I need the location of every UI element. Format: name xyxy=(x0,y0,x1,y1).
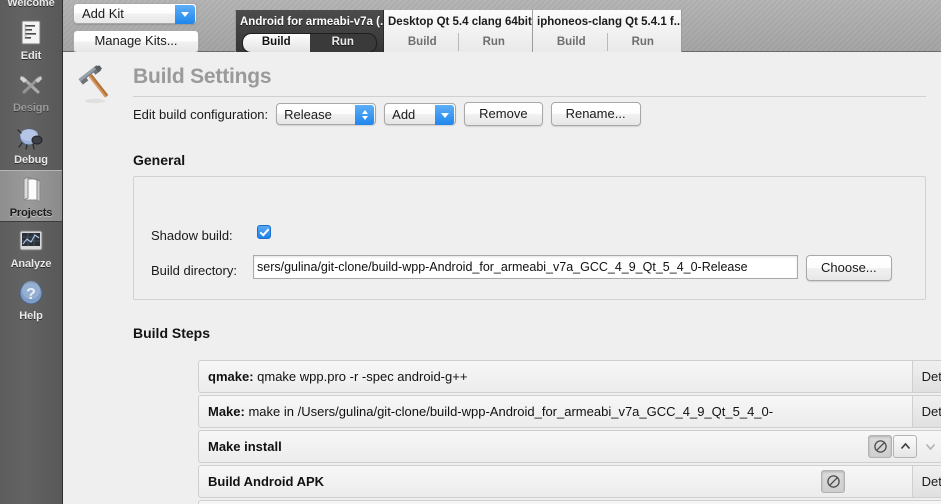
stepper-icon[interactable] xyxy=(355,105,375,125)
sidebar-item-label: Edit xyxy=(20,50,42,62)
manage-kits-label: Manage Kits... xyxy=(94,33,178,48)
choose-directory-label: Choose... xyxy=(821,260,877,275)
sidebar-item-help[interactable]: ? Help xyxy=(0,274,62,326)
move-step-up-icon[interactable] xyxy=(893,435,917,458)
rename-configuration-button[interactable]: Rename... xyxy=(550,102,641,126)
build-configuration-select[interactable]: Release xyxy=(276,103,377,125)
help-question-icon: ? xyxy=(15,277,47,309)
build-step-text: Make: make in /Users/gulina/git-clone/bu… xyxy=(208,396,773,427)
build-settings-panel: Build Settings Edit build configuration:… xyxy=(63,52,941,504)
add-kit-button[interactable]: Add Kit xyxy=(73,3,197,24)
svg-text:?: ? xyxy=(26,286,36,303)
kit-subtab-run[interactable]: Run xyxy=(310,34,377,52)
projects-folder-icon xyxy=(15,174,47,206)
sidebar-item-projects[interactable]: Projects xyxy=(0,170,62,222)
build-step-detail: qmake wpp.pro -r -spec android-g++ xyxy=(253,369,468,384)
rename-configuration-label: Rename... xyxy=(565,106,626,121)
remove-configuration-button[interactable]: Remove xyxy=(464,102,543,126)
sidebar-item-design[interactable]: Design xyxy=(0,66,62,118)
kit-tab-name: Desktop Qt 5.4 clang 64bit xyxy=(388,16,532,28)
chevron-down-icon[interactable] xyxy=(175,5,195,24)
add-kit-label: Add Kit xyxy=(82,6,124,21)
build-step-row[interactable]: qmake: qmake wpp.pro -r -spec android-g+… xyxy=(198,360,941,393)
sidebar-item-welcome[interactable]: Welcome xyxy=(0,0,62,14)
details-label: Details xyxy=(921,404,941,419)
kit-subtab-group: Build Run xyxy=(536,33,678,51)
kit-subtab-run[interactable]: Run xyxy=(457,33,530,51)
build-steps-heading: Build Steps xyxy=(133,325,211,341)
build-step-prefix: Make: xyxy=(208,404,245,419)
kit-tab-name: Android for armeabi-v7a (... xyxy=(240,16,383,28)
details-label: Details xyxy=(921,369,941,384)
disable-step-icon[interactable] xyxy=(868,435,892,458)
hammer-icon xyxy=(73,59,119,105)
kit-tab-list: Android for armeabi-v7a (... Build Run D… xyxy=(235,10,682,52)
kit-toolbar: Add Kit Manage Kits... Android for armea… xyxy=(63,0,941,53)
sidebar-item-label: Projects xyxy=(9,207,53,219)
build-step-row[interactable]: Make: make in /Users/gulina/git-clone/bu… xyxy=(198,395,941,428)
page-title: Build Settings xyxy=(133,65,272,88)
mode-sidebar: Welcome Edit Design Debug Projects Analy… xyxy=(0,0,63,504)
add-configuration-label: Add xyxy=(392,107,416,122)
build-step-text: Make install xyxy=(208,431,282,462)
sidebar-item-label: Debug xyxy=(14,154,48,166)
build-directory-label: Build directory: xyxy=(151,263,237,278)
disable-step-icon[interactable] xyxy=(821,470,845,493)
build-step-prefix: qmake: xyxy=(208,369,254,384)
title-divider xyxy=(133,96,926,97)
choose-directory-button[interactable]: Choose... xyxy=(806,255,892,281)
shadow-build-checkbox[interactable] xyxy=(257,225,271,239)
shadow-build-label: Shadow build: xyxy=(151,228,233,243)
kit-subtab-build[interactable]: Build xyxy=(387,33,458,51)
kit-tab-android[interactable]: Android for armeabi-v7a (... Build Run xyxy=(235,10,384,52)
kit-tab-name: iphoneos-clang Qt 5.4.1 f... xyxy=(537,16,681,28)
kit-subtab-group: Build Run xyxy=(242,33,377,52)
design-brush-icon xyxy=(15,69,47,101)
build-configuration-row: Edit build configuration: Release Add Re… xyxy=(133,102,641,126)
build-step-text: qmake: qmake wpp.pro -r -spec android-g+… xyxy=(208,361,467,392)
sidebar-item-label: Welcome xyxy=(7,0,55,9)
qt-creator-window: Welcome Edit Design Debug Projects Analy… xyxy=(0,0,941,504)
sidebar-item-debug[interactable]: Debug xyxy=(0,118,62,170)
kit-subtab-build[interactable]: Build xyxy=(536,33,607,51)
general-section-heading: General xyxy=(133,152,186,168)
details-button[interactable]: Details xyxy=(912,466,941,497)
build-configuration-value: Release xyxy=(284,107,332,122)
build-step-detail: make in /Users/gulina/git-clone/build-wp… xyxy=(244,404,774,419)
add-configuration-button[interactable]: Add xyxy=(384,103,457,125)
sidebar-item-edit[interactable]: Edit xyxy=(0,14,62,66)
general-group-box xyxy=(133,176,926,300)
chevron-down-icon[interactable] xyxy=(435,105,455,125)
details-button[interactable]: Details xyxy=(912,396,941,427)
kit-tab-desktop[interactable]: Desktop Qt 5.4 clang 64bit Build Run xyxy=(384,10,533,52)
kit-tab-iphoneos[interactable]: iphoneos-clang Qt 5.4.1 f... Build Run xyxy=(533,10,682,52)
analyze-monitor-icon xyxy=(15,225,47,257)
sidebar-item-label: Help xyxy=(19,310,43,322)
sidebar-item-analyze[interactable]: Analyze xyxy=(0,222,62,274)
build-directory-input[interactable]: sers/gulina/git-clone/build-wpp-Android_… xyxy=(253,255,798,279)
build-step-prefix: Make install xyxy=(208,439,282,454)
debug-bug-icon xyxy=(15,121,47,153)
sidebar-item-label: Design xyxy=(12,102,50,114)
manage-kits-button[interactable]: Manage Kits... xyxy=(73,30,199,53)
build-step-row-partial[interactable] xyxy=(198,500,941,504)
build-configuration-label: Edit build configuration: xyxy=(133,106,269,122)
build-step-row[interactable]: Build Android APK Details xyxy=(198,465,941,498)
move-step-down-icon xyxy=(918,435,941,458)
kit-subtab-group: Build Run xyxy=(387,33,529,51)
edit-document-icon xyxy=(15,17,47,49)
remove-configuration-label: Remove xyxy=(479,106,528,121)
build-step-prefix: Build Android APK xyxy=(208,474,325,489)
kit-subtab-run[interactable]: Run xyxy=(606,33,679,51)
kit-buttons: Add Kit Manage Kits... xyxy=(73,3,203,53)
build-step-text: Build Android APK xyxy=(208,466,324,497)
build-step-row[interactable]: Make install xyxy=(198,430,941,463)
details-button[interactable]: Details xyxy=(912,361,941,392)
sidebar-item-label: Analyze xyxy=(10,258,52,270)
details-label: Details xyxy=(921,474,941,489)
kit-subtab-build[interactable]: Build xyxy=(243,34,310,52)
